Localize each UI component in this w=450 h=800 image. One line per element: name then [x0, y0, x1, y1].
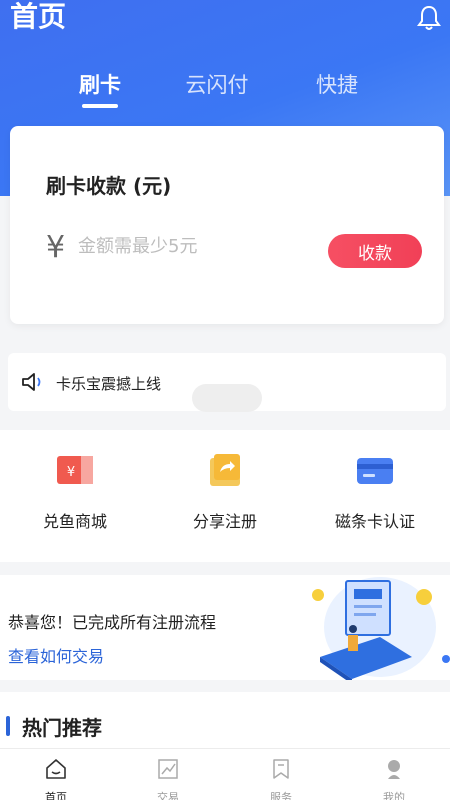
- section-marker: [6, 716, 10, 736]
- quick-action-mall[interactable]: ¥ 兑鱼商城: [0, 430, 150, 562]
- tabbar-label: 首页: [45, 791, 67, 800]
- how-to-trade-link[interactable]: 查看如何交易: [8, 643, 104, 667]
- quick-action-label: 兑鱼商城: [42, 512, 107, 531]
- share-icon: [210, 454, 240, 486]
- quick-action-share[interactable]: 分享注册: [150, 430, 300, 562]
- tab-express[interactable]: 快捷: [287, 70, 387, 100]
- carousel-indicator: [192, 384, 262, 412]
- coupon-icon: ¥: [57, 456, 93, 484]
- tab-quickpass[interactable]: 云闪付: [167, 70, 267, 100]
- tabbar-label: 服务: [270, 791, 292, 800]
- quick-action-label: 磁条卡认证: [334, 512, 415, 531]
- quick-action-label: 分享注册: [192, 512, 257, 531]
- registration-banner[interactable]: 恭喜您！已完成所有注册流程 查看如何交易: [0, 575, 450, 680]
- payment-tabs: 刷卡 云闪付 快捷: [0, 70, 450, 110]
- tabbar-service[interactable]: 服务: [225, 749, 337, 800]
- speaker-icon: [22, 373, 41, 391]
- banner-title: 恭喜您！已完成所有注册流程: [8, 613, 217, 632]
- banner-illustration: [312, 577, 450, 680]
- tab-swipe-card[interactable]: 刷卡: [50, 70, 150, 100]
- tabbar-label: 我的: [383, 791, 405, 800]
- card-title: 刷卡收款 (元): [46, 174, 172, 198]
- card-icon: [357, 458, 393, 484]
- hot-recommend-section: 热门推荐: [0, 692, 450, 752]
- amount-input[interactable]: [78, 236, 298, 257]
- bookmark-icon: [273, 759, 289, 779]
- bottom-tab-bar: 首页 交易 服务 我的: [0, 748, 450, 800]
- tabbar-home[interactable]: 首页: [0, 749, 112, 800]
- profile-icon: [388, 760, 400, 779]
- payment-card: 刷卡收款 (元) ¥ 收款: [10, 126, 444, 324]
- tabbar-trade[interactable]: 交易: [112, 749, 224, 800]
- active-tab-indicator: [82, 104, 118, 108]
- chart-icon: [158, 759, 178, 779]
- yen-symbol: ¥: [46, 230, 66, 265]
- home-icon: [46, 759, 66, 779]
- collect-button[interactable]: 收款: [328, 234, 422, 268]
- svg-text:¥: ¥: [67, 465, 75, 480]
- page-title: 首页: [10, 0, 67, 33]
- notice-text: 卡乐宝震撼上线: [56, 375, 162, 393]
- bell-icon[interactable]: [416, 4, 442, 32]
- tabbar-label: 交易: [157, 791, 179, 800]
- tabbar-profile[interactable]: 我的: [338, 749, 450, 800]
- quick-action-card-verify[interactable]: 磁条卡认证: [300, 430, 450, 562]
- quick-actions: ¥ 兑鱼商城 分享注册 磁条卡认证: [0, 430, 450, 562]
- section-title: 热门推荐: [22, 716, 102, 740]
